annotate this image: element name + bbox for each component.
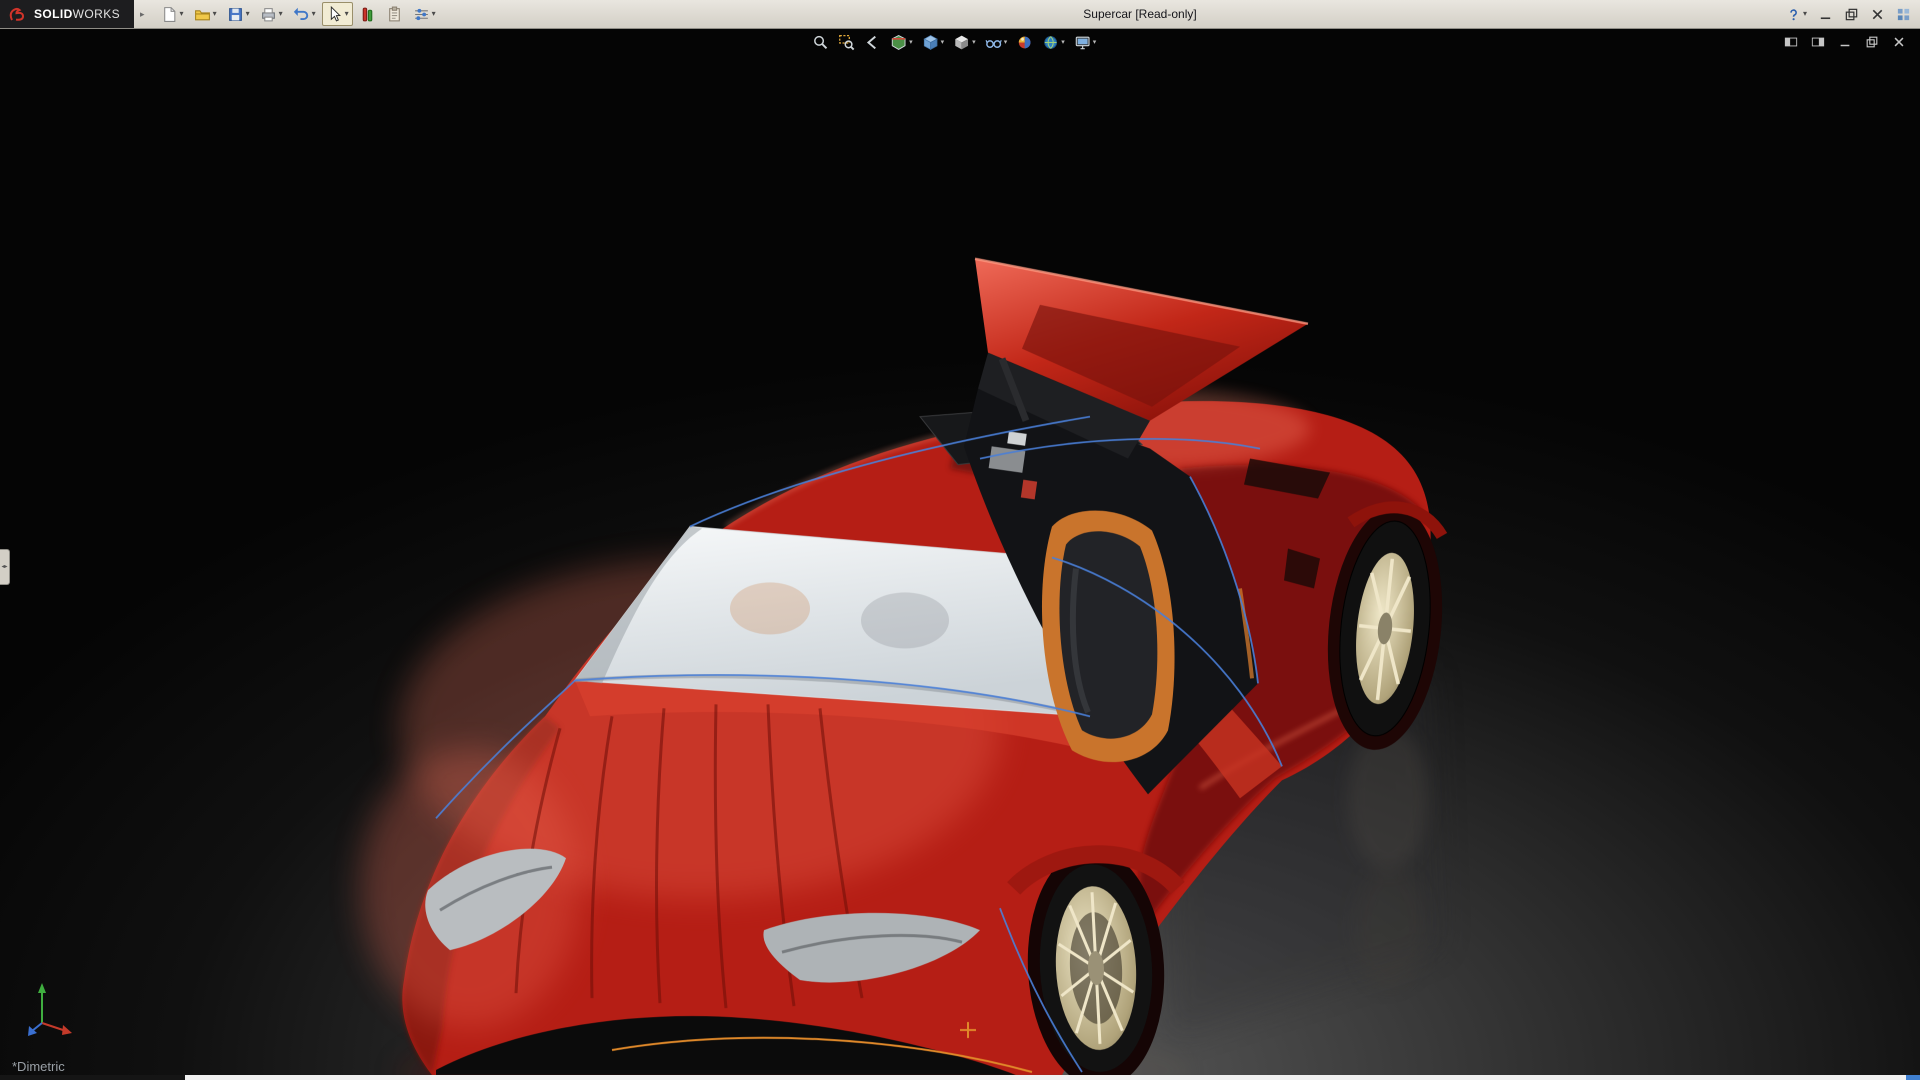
win-restore-button[interactable] [1861,31,1883,53]
resize-corner [1906,1075,1920,1080]
view-orientation-button[interactable]: ▾ [919,31,948,53]
win-minimize-icon [1818,7,1833,22]
titlebar-window-controls: ▾ [1782,2,1920,26]
dropdown-caret-icon[interactable]: ▾ [213,10,217,18]
zoom-to-area-button[interactable] [835,31,858,53]
hide-show-items-icon [985,34,1002,51]
orientation-triad [26,979,78,1041]
dropdown-caret-icon[interactable]: ▾ [180,10,184,18]
dropdown-caret-icon[interactable]: ▾ [279,10,283,18]
split-pane-left-button[interactable] [1780,31,1802,53]
hide-show-items-button[interactable]: ▾ [982,31,1011,53]
brand-works: WORKS [73,7,120,21]
document-window-controls [1780,31,1910,53]
titlebar: SOLIDWORKS ▸ ▾ ▾ ▾ ▾ ▾ ▾ ▾ Supercar [Read-only… [0,0,1920,29]
win-close-button[interactable] [1866,2,1889,26]
dropdown-caret-icon[interactable]: ▾ [312,10,316,18]
select-cursor-icon [326,6,343,23]
solidworks-logo: SOLIDWORKS [0,0,134,28]
driver-seat[interactable] [1042,511,1175,763]
dropdown-caret-icon[interactable]: ▾ [1061,39,1065,46]
open-folder-button[interactable]: ▾ [190,2,221,26]
sliders-button[interactable]: ▾ [409,2,440,26]
apply-scene-button[interactable]: ▾ [1039,31,1068,53]
resources-grid-icon [1896,7,1911,22]
brand-text: SOLIDWORKS [34,7,120,21]
status-bar-body [185,1075,1906,1080]
resources-grid-button[interactable] [1892,2,1915,26]
split-pane-right-button[interactable] [1807,31,1829,53]
undo-icon [293,6,310,23]
split-pane-left-icon [1784,35,1798,49]
main-toolbar: ▾ ▾ ▾ ▾ ▾ ▾ ▾ [157,2,440,26]
view-orientation-label: *Dimetric [12,1059,65,1074]
dropdown-caret-icon[interactable]: ▾ [1004,39,1008,46]
dassault-logo-mark [8,7,28,22]
dropdown-caret-icon[interactable]: ▾ [972,39,976,46]
edit-appearance-button[interactable] [1013,31,1036,53]
win-close-icon [1892,35,1906,49]
dropdown-caret-icon[interactable]: ▾ [909,39,913,46]
print-icon [260,6,277,23]
toolbar-expand-icon[interactable]: ▸ [138,9,147,20]
headsup-view-toolbar: ▾ ▾ ▾ ▾ ▾ ▾ [809,31,1099,53]
win-restore-icon [1865,35,1879,49]
split-pane-right-icon [1811,35,1825,49]
view-settings-icon [1074,34,1091,51]
brand-solid: SOLID [34,7,73,21]
new-document-button[interactable]: ▾ [157,2,188,26]
sliders-icon [413,6,430,23]
graphics-area[interactable]: ▾ ▾ ▾ ▾ ▾ ▾ [0,29,1920,1075]
save-icon [227,6,244,23]
clipboard-icon [386,6,403,23]
panel-expand-tab[interactable]: ◂▸ [0,549,10,585]
section-view-button[interactable]: ▾ [887,31,916,53]
previous-view-icon [864,34,881,51]
view-orientation-icon [922,34,939,51]
clipboard-button[interactable] [382,2,407,26]
dropdown-caret-icon[interactable]: ▾ [941,39,945,46]
display-style-button[interactable]: ▾ [950,31,979,53]
supercar-model[interactable] [0,29,1920,1075]
dropdown-caret-icon[interactable]: ▾ [246,10,250,18]
win-minimize-button[interactable] [1834,31,1856,53]
color-swatch-button[interactable] [355,2,380,26]
help-icon [1786,7,1801,22]
win-restore-icon [1844,7,1859,22]
new-document-icon [161,6,178,23]
dropdown-caret-icon[interactable]: ▾ [345,10,349,18]
section-view-icon [890,34,907,51]
dropdown-caret-icon[interactable]: ▾ [1803,10,1807,18]
previous-view-button[interactable] [861,31,884,53]
view-settings-button[interactable]: ▾ [1071,31,1100,53]
display-style-icon [953,34,970,51]
win-restore-button[interactable] [1840,2,1863,26]
print-button[interactable]: ▾ [256,2,287,26]
collapse-right-icon: ▸ [5,564,8,570]
status-bar [0,1075,1920,1080]
status-bar-left-gap [0,1075,185,1080]
win-minimize-icon [1838,35,1852,49]
color-swatch-icon [359,6,376,23]
apply-scene-icon [1042,34,1059,51]
select-cursor-button[interactable]: ▾ [322,2,353,26]
undo-button[interactable]: ▾ [289,2,320,26]
save-button[interactable]: ▾ [223,2,254,26]
window-title: Supercar [Read-only] [360,7,1920,21]
win-close-icon [1870,7,1885,22]
zoom-to-fit-icon [812,34,829,51]
open-folder-icon [194,6,211,23]
dropdown-caret-icon[interactable]: ▾ [1093,39,1097,46]
win-minimize-button[interactable] [1814,2,1837,26]
zoom-to-fit-button[interactable] [809,31,832,53]
edit-appearance-icon [1016,34,1033,51]
help-button[interactable]: ▾ [1782,2,1811,26]
zoom-to-area-icon [838,34,855,51]
dropdown-caret-icon[interactable]: ▾ [432,10,436,18]
win-close-button[interactable] [1888,31,1910,53]
